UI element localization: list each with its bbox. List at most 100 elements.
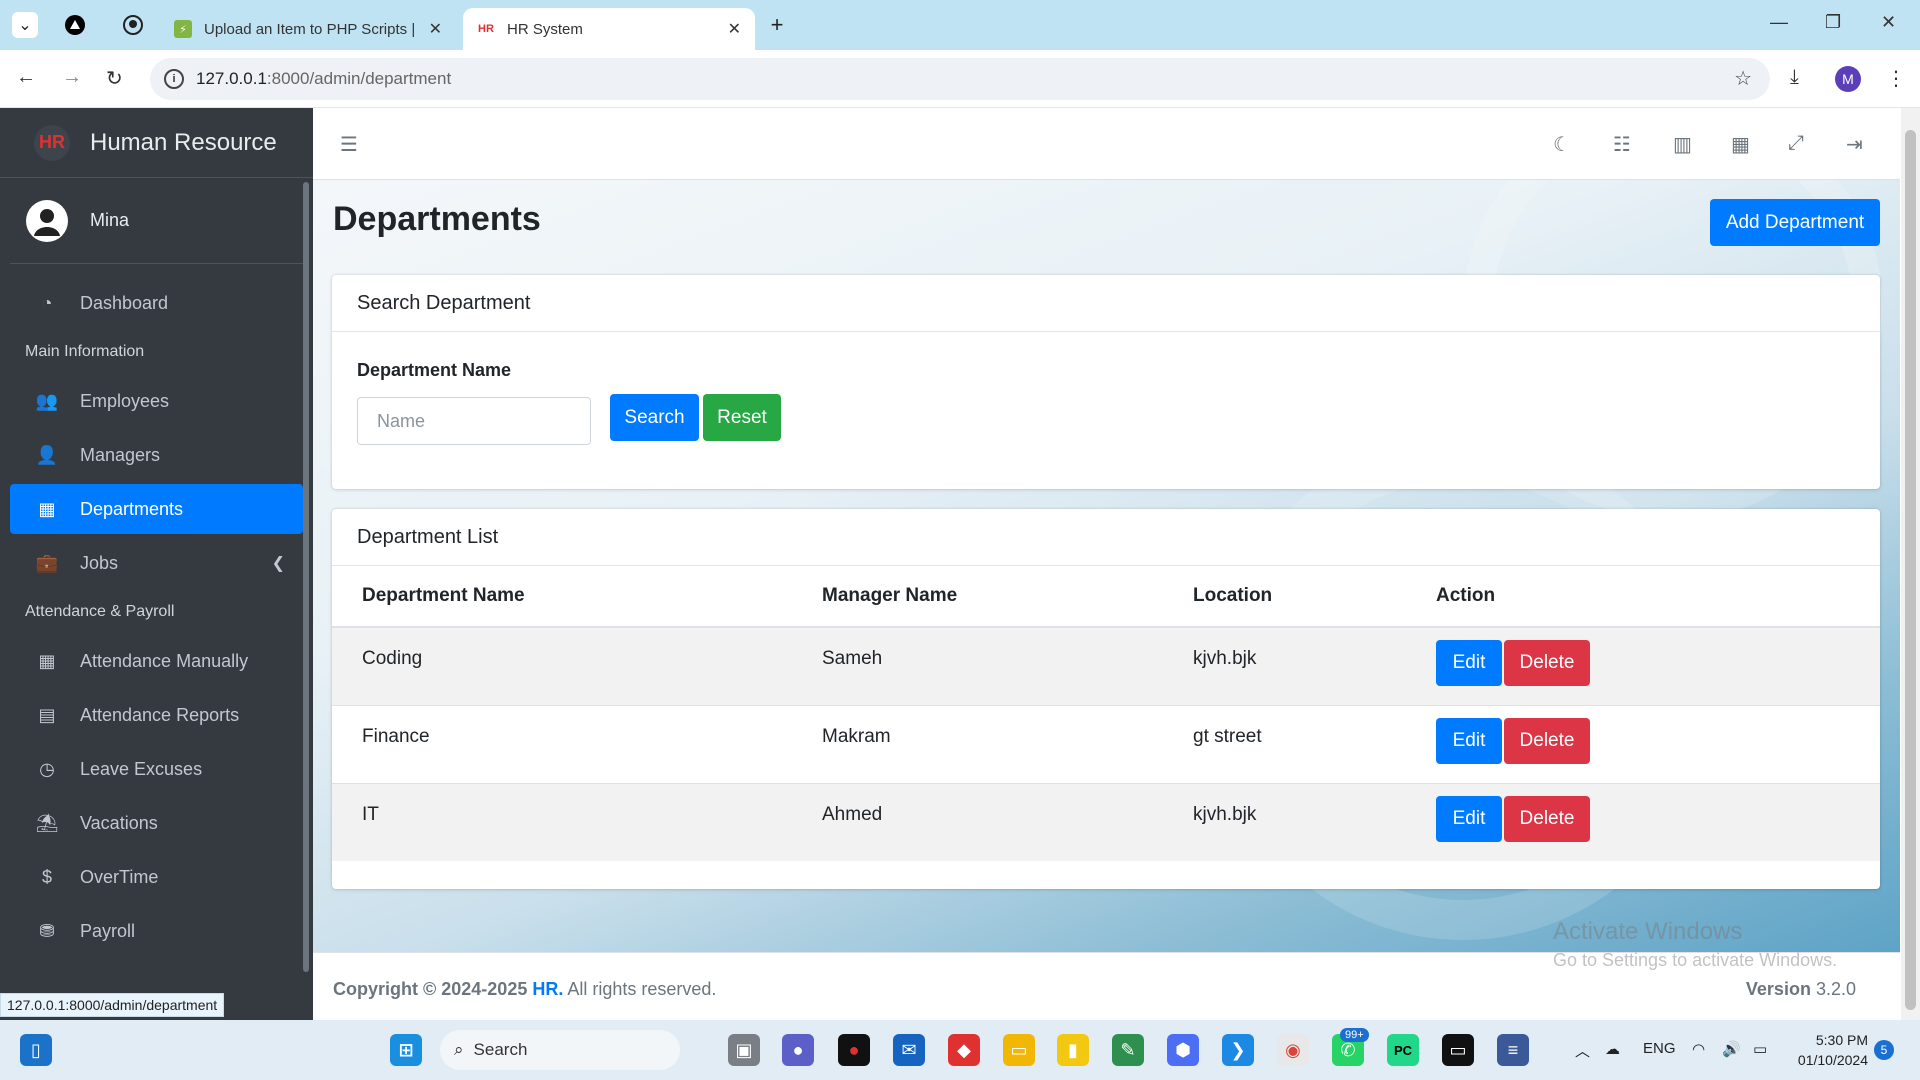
- pinned-tab-vercel-icon[interactable]: [62, 12, 88, 38]
- widgets-icon[interactable]: ▯: [20, 1034, 52, 1066]
- tool-app-icon[interactable]: ✎: [1112, 1034, 1144, 1066]
- profile-avatar[interactable]: M: [1835, 66, 1861, 92]
- delete-button[interactable]: Delete: [1504, 717, 1590, 764]
- scrollbar-thumb[interactable]: [1905, 130, 1916, 1010]
- url-path: :8000/admin/department: [266, 69, 452, 88]
- sidebar-item-label: Attendance Reports: [80, 704, 240, 725]
- reset-button[interactable]: Reset: [703, 394, 781, 441]
- vscode-icon[interactable]: ❯: [1222, 1034, 1254, 1066]
- file-explorer-icon[interactable]: ▭: [1003, 1034, 1035, 1066]
- taskbar-clock[interactable]: 5:30 PM 01/10/2024: [1792, 1030, 1868, 1070]
- power-bi-icon[interactable]: ▮: [1057, 1034, 1089, 1066]
- tab-upload-item[interactable]: ⚡ Upload an Item to PHP Scripts | ✕: [160, 8, 456, 50]
- tab-search-chevron-icon[interactable]: ⌄: [12, 12, 38, 38]
- onedrive-cloud-icon[interactable]: ☁: [1605, 1040, 1620, 1058]
- mail-icon[interactable]: ✉: [893, 1034, 925, 1066]
- manager-name-cell: Sameh: [792, 626, 1163, 705]
- sidebar-item-vacations[interactable]: ⛱ Vacations: [10, 798, 303, 848]
- tray-chevron-up-icon[interactable]: ︿: [1575, 1040, 1590, 1061]
- calendar-icon[interactable]: ▦: [1731, 132, 1750, 157]
- notification-badge[interactable]: 5: [1874, 1040, 1894, 1060]
- language-indicator[interactable]: ENG: [1643, 1040, 1676, 1057]
- sidebar-item-payroll[interactable]: ⛃ Payroll: [10, 906, 303, 956]
- battery-icon[interactable]: ▭: [1753, 1040, 1767, 1058]
- delete-button[interactable]: Delete: [1504, 795, 1590, 842]
- windows-start-icon[interactable]: ⊞: [390, 1034, 422, 1066]
- user-panel[interactable]: Mina: [10, 178, 303, 264]
- forward-arrow-icon[interactable]: →: [62, 66, 82, 89]
- add-department-button[interactable]: Add Department: [1710, 199, 1880, 246]
- restore-icon[interactable]: ❐: [1825, 12, 1841, 33]
- sidebar-item-dashboard[interactable]: ◔ Dashboard: [10, 278, 303, 328]
- envato-favicon-icon: ⚡: [174, 20, 192, 38]
- new-tab-plus-icon[interactable]: +: [764, 12, 790, 38]
- sidebar-item-departments[interactable]: ▦ Departments: [10, 484, 303, 534]
- footer-brand-link[interactable]: HR.: [532, 979, 563, 999]
- user-name: Mina: [90, 210, 130, 230]
- edit-button[interactable]: Edit: [1436, 640, 1502, 686]
- back-arrow-icon[interactable]: ←: [16, 66, 36, 89]
- content-wrapper: Departments Add Department Search Depart…: [313, 180, 1900, 952]
- card-title: Department List: [332, 509, 1880, 566]
- bookmark-star-icon[interactable]: ☆: [1734, 66, 1752, 91]
- flag-app-icon[interactable]: ≡: [1497, 1034, 1529, 1066]
- edit-button[interactable]: Edit: [1436, 717, 1502, 764]
- volume-icon[interactable]: 🔊: [1722, 1040, 1741, 1058]
- browser-menu-icon[interactable]: ⋮: [1886, 66, 1906, 91]
- minimize-icon[interactable]: —: [1770, 12, 1788, 33]
- hr-favicon-icon: HR: [478, 23, 494, 35]
- site-info-icon[interactable]: i: [164, 69, 184, 89]
- task-view-icon[interactable]: ▣: [728, 1034, 760, 1066]
- sidebar-item-jobs[interactable]: 💼 Jobs ❮: [10, 538, 303, 588]
- chevron-left-icon: ❮: [271, 555, 285, 572]
- location-cell: kjvh.bjk: [1163, 626, 1406, 705]
- brand-link[interactable]: HR Human Resource: [0, 108, 313, 178]
- briefcase-icon: 💼: [35, 552, 59, 573]
- hamburger-menu-icon[interactable]: ☰: [340, 132, 358, 157]
- search-button[interactable]: Search: [610, 394, 699, 441]
- tab-hr-system[interactable]: HR HR System ✕: [463, 8, 755, 50]
- calendar-icon: ▦: [38, 650, 56, 671]
- page-scrollbar[interactable]: [1901, 108, 1920, 1020]
- clock-icon: ◷: [39, 758, 55, 779]
- sidebar-item-employees[interactable]: 👥 Employees: [10, 376, 303, 426]
- reload-icon[interactable]: ↻: [106, 66, 123, 91]
- sidebar-nav: ◔ Dashboard Main Information 👥 Employees…: [0, 264, 313, 956]
- chart-bar-icon[interactable]: ▥: [1673, 132, 1692, 157]
- pinned-tab-github-icon[interactable]: [120, 12, 146, 38]
- logout-icon[interactable]: ⇥: [1846, 132, 1863, 157]
- tab-close-icon[interactable]: ✕: [728, 19, 741, 39]
- screen-recorder-icon[interactable]: ●: [838, 1034, 870, 1066]
- delete-button[interactable]: Delete: [1504, 640, 1590, 686]
- sidebar-scrollbar[interactable]: [303, 182, 309, 972]
- dark-mode-moon-icon[interactable]: ☾: [1553, 132, 1571, 157]
- search-department-card: Search Department Department Name Search…: [332, 275, 1880, 489]
- window-close-icon[interactable]: ✕: [1881, 12, 1896, 33]
- wifi-icon[interactable]: ◠: [1692, 1040, 1705, 1058]
- pycharm-icon[interactable]: PC: [1387, 1034, 1419, 1066]
- department-name-input[interactable]: [357, 397, 591, 445]
- sidebar-item-attendance-reports[interactable]: ▤ Attendance Reports: [10, 690, 303, 740]
- location-cell: kjvh.bjk: [1163, 782, 1406, 861]
- sidebar-item-leave-excuses[interactable]: ◷ Leave Excuses: [10, 744, 303, 794]
- terminal-icon[interactable]: ▭: [1442, 1034, 1474, 1066]
- copyright-label: Copyright © 2024-2025: [333, 979, 528, 999]
- sidebar-item-attendance-manually[interactable]: ▦ Attendance Manually: [10, 636, 303, 686]
- sidebar-item-label: Attendance Manually: [80, 650, 249, 671]
- anydesk-icon[interactable]: ◆: [948, 1034, 980, 1066]
- users-icon: 👥: [35, 390, 59, 411]
- file-icon: ▤: [38, 704, 56, 725]
- teams-icon[interactable]: ●: [782, 1034, 814, 1066]
- task-list-icon[interactable]: ☷: [1613, 132, 1631, 157]
- chrome-icon[interactable]: ◉: [1277, 1034, 1309, 1066]
- sidebar-item-overtime[interactable]: $ OverTime: [10, 852, 303, 902]
- manager-name-cell: Ahmed: [792, 782, 1163, 861]
- fullscreen-expand-icon[interactable]: ⤢: [1788, 132, 1804, 155]
- cube-app-icon[interactable]: ⬢: [1167, 1034, 1199, 1066]
- taskbar-search[interactable]: ⌕ Search: [440, 1030, 680, 1070]
- url-omnibox[interactable]: i 127.0.0.1:8000/admin/department ☆: [150, 58, 1770, 100]
- download-icon[interactable]: ⤓: [1790, 66, 1799, 89]
- edit-button[interactable]: Edit: [1436, 795, 1502, 842]
- tab-close-icon[interactable]: ✕: [429, 19, 442, 39]
- sidebar-item-managers[interactable]: 👤 Managers: [10, 430, 303, 480]
